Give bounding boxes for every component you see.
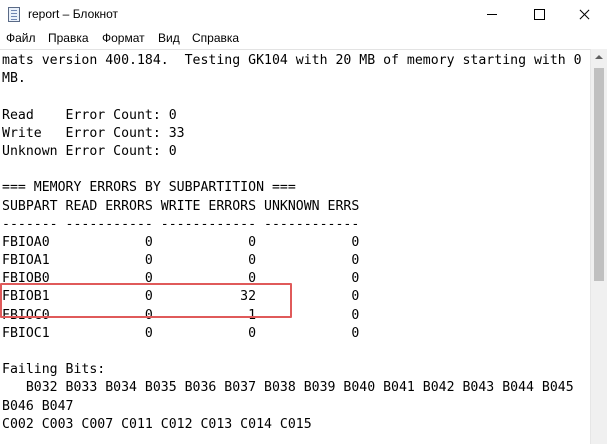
- menu-edit[interactable]: Правка: [47, 31, 90, 45]
- text-line: Write Error Count: 33: [2, 125, 185, 141]
- window-title: report – Блокнот: [28, 7, 119, 21]
- text-line: SUBPART READ ERRORS WRITE ERRORS UNKNOWN…: [2, 198, 360, 214]
- menu-file[interactable]: Файл: [5, 31, 37, 45]
- menu-view[interactable]: Вид: [157, 31, 181, 45]
- text-line: FBIOC0 0 1 0: [2, 307, 360, 323]
- text-line: FBIOB1 0 32 0: [2, 289, 360, 305]
- scroll-thumb[interactable]: [594, 68, 604, 281]
- close-button[interactable]: [561, 0, 607, 30]
- notepad-icon: [8, 7, 20, 22]
- notepad-window: report – Блокнот Файл Правка Формат Вид …: [0, 0, 607, 444]
- text-line: mats version 400.184. Testing GK104 with…: [2, 53, 582, 68]
- scroll-up-arrow-icon[interactable]: [591, 49, 607, 66]
- text-line: C002 C003 C007 C011 C012 C013 C014 C015: [2, 416, 312, 432]
- document-text: mats version 400.184. Testing GK104 with…: [2, 52, 582, 434]
- text-line: FBIOB0 0 0 0: [2, 271, 360, 287]
- text-line: Unknown Error Count: 0: [2, 143, 177, 159]
- title-bar[interactable]: report – Блокнот: [0, 0, 607, 30]
- text-line: FBIOC1 0 0 0: [2, 325, 360, 341]
- menu-format[interactable]: Формат: [101, 31, 146, 45]
- text-editor[interactable]: mats version 400.184. Testing GK104 with…: [0, 49, 590, 444]
- menu-help[interactable]: Справка: [191, 31, 240, 45]
- text-line: B032 B033 B034 B035 B036 B037 B038 B039 …: [2, 380, 574, 396]
- minimize-button[interactable]: [469, 0, 515, 30]
- text-line: B046 B047: [2, 398, 74, 414]
- text-line: Read Error Count: 0: [2, 107, 177, 123]
- text-line: [2, 343, 582, 361]
- text-line: [2, 88, 582, 106]
- menu-bar: Файл Правка Формат Вид Справка: [0, 30, 607, 49]
- text-line: FBIOA0 0 0 0: [2, 234, 360, 250]
- maximize-button[interactable]: [516, 0, 562, 30]
- text-line: [2, 161, 582, 179]
- text-line: FBIOA1 0 0 0: [2, 253, 360, 269]
- text-line: MB.: [2, 71, 26, 87]
- vertical-scrollbar[interactable]: [590, 49, 607, 444]
- text-line: Failing Bits:: [2, 362, 106, 378]
- text-line: === MEMORY ERRORS BY SUBPARTITION ===: [2, 180, 296, 196]
- text-line: ------- ----------- ------------ -------…: [2, 216, 360, 232]
